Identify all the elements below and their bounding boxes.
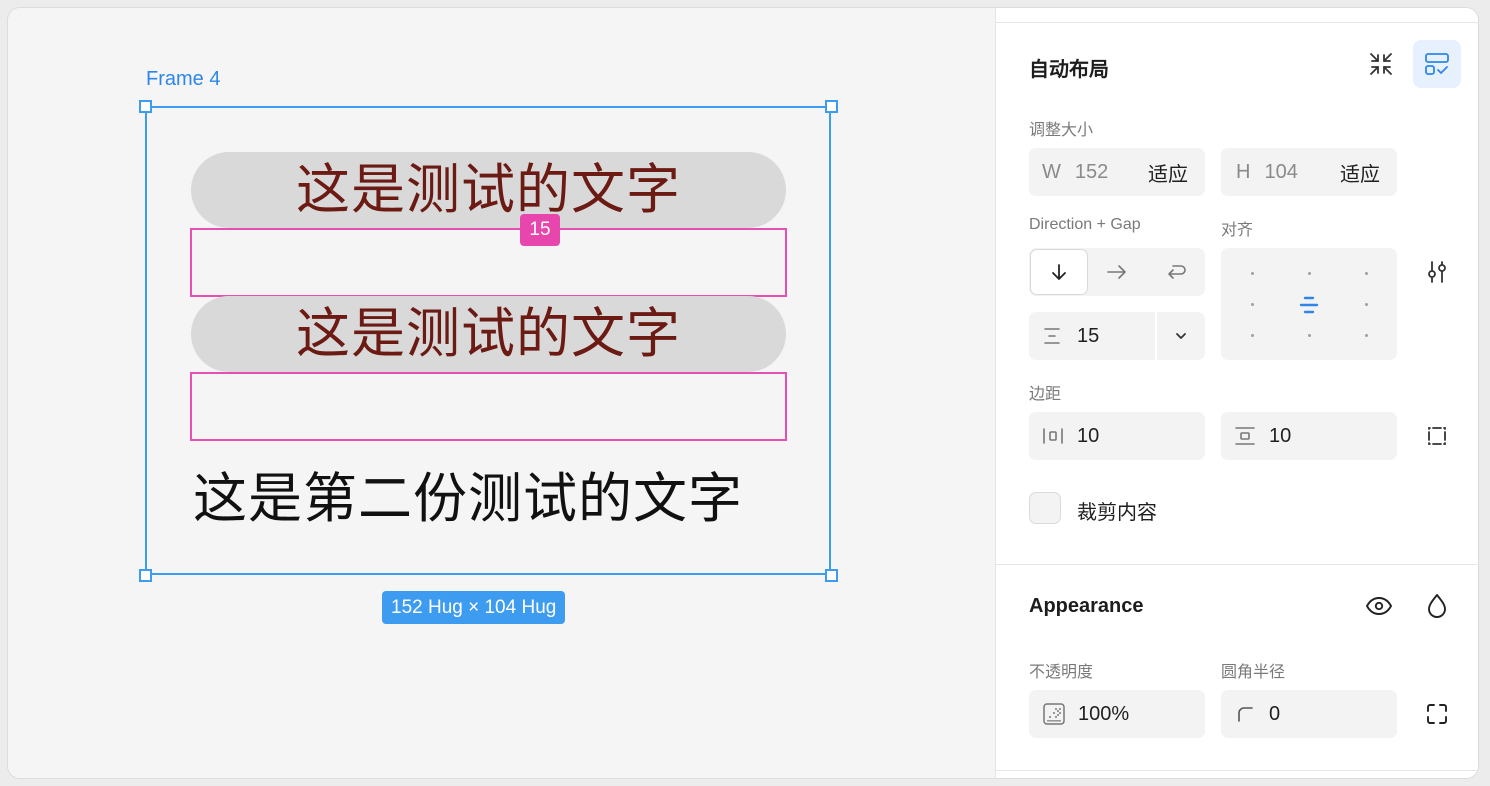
align-top-left[interactable]: [1251, 272, 1254, 275]
height-prefix: H: [1236, 160, 1251, 183]
width-mode-dropdown[interactable]: 适应: [1148, 158, 1188, 187]
height-field[interactable]: H 104 适应: [1221, 148, 1397, 196]
chevron-down-icon: [1176, 333, 1186, 339]
opacity-label: 不透明度: [1029, 664, 1094, 681]
clip-content-label[interactable]: 裁剪内容: [1077, 496, 1157, 525]
resize-label: 调整大小: [1029, 122, 1094, 139]
layout-settings-button[interactable]: [1413, 248, 1461, 296]
minimize-arrows-icon: [1370, 53, 1392, 75]
corners-icon: [1427, 704, 1447, 724]
resize-handle-top-right[interactable]: [825, 100, 838, 113]
width-field[interactable]: W 152 适应: [1029, 148, 1205, 196]
blend-mode-button[interactable]: [1413, 582, 1461, 630]
direction-segmented-control: [1029, 248, 1205, 296]
alignment-grid[interactable]: [1221, 248, 1397, 360]
vertical-padding-field[interactable]: 10: [1221, 412, 1397, 460]
auto-layout-toggle-button[interactable]: [1413, 40, 1461, 88]
resize-handle-bottom-right[interactable]: [825, 569, 838, 582]
align-top-center[interactable]: [1308, 272, 1311, 275]
gap-dropdown-button[interactable]: [1157, 312, 1205, 360]
clip-content-checkbox[interactable]: [1029, 492, 1061, 524]
individual-padding-button[interactable]: [1413, 412, 1461, 460]
sliders-icon: [1428, 261, 1446, 283]
align-bottom-right[interactable]: [1365, 334, 1368, 337]
gap-indicator-2: [190, 372, 787, 441]
horizontal-padding-field[interactable]: 10: [1029, 412, 1205, 460]
align-top-right[interactable]: [1365, 272, 1368, 275]
height-mode-dropdown[interactable]: 适应: [1340, 158, 1380, 187]
eye-icon: [1365, 597, 1393, 615]
opacity-icon: [1043, 703, 1065, 725]
design-canvas[interactable]: Frame 4 这是测试的文字 15 这是测试的文字 这是第二份测试的文字 15…: [8, 8, 995, 778]
text-layer-plain[interactable]: 这是第二份测试的文字: [193, 454, 743, 533]
text-pill-1[interactable]: 这是测试的文字: [191, 152, 786, 228]
gap-field[interactable]: 15: [1029, 312, 1205, 360]
align-bottom-center[interactable]: [1308, 334, 1311, 337]
vertical-padding-value[interactable]: 10: [1269, 425, 1291, 448]
panel-bottom-divider: [996, 770, 1478, 771]
auto-layout-title: 自动布局: [1029, 59, 1109, 81]
align-middle-left[interactable]: [1251, 303, 1254, 306]
vertical-gap-icon: [1044, 328, 1060, 344]
gap-value[interactable]: 15: [1077, 325, 1099, 348]
direction-gap-label: Direction + Gap: [1029, 216, 1141, 233]
corner-radius-field[interactable]: 0: [1221, 690, 1397, 738]
opacity-value[interactable]: 100%: [1078, 703, 1129, 726]
arrow-down-icon: [1052, 264, 1066, 280]
direction-horizontal-button[interactable]: [1088, 248, 1146, 296]
vertical-padding-icon: [1235, 427, 1255, 445]
frame-label[interactable]: Frame 4: [146, 68, 220, 91]
corner-radius-value[interactable]: 0: [1269, 703, 1280, 726]
gap-indicator-1: [190, 228, 787, 297]
height-value[interactable]: 104: [1264, 161, 1297, 184]
wrap-arrow-icon: [1168, 265, 1186, 279]
direction-vertical-button[interactable]: [1031, 250, 1087, 294]
direction-wrap-button[interactable]: [1147, 248, 1205, 296]
drop-icon: [1428, 594, 1446, 618]
opacity-field[interactable]: 100%: [1029, 690, 1205, 738]
horizontal-padding-icon: [1043, 428, 1063, 444]
align-bottom-left[interactable]: [1251, 334, 1254, 337]
gap-value-badge[interactable]: 15: [520, 214, 560, 246]
app-window: Frame 4 这是测试的文字 15 这是测试的文字 这是第二份测试的文字 15…: [8, 8, 1478, 778]
resize-handle-bottom-left[interactable]: [139, 569, 152, 582]
visibility-toggle-button[interactable]: [1355, 582, 1403, 630]
corner-radius-icon: [1238, 707, 1253, 722]
panel-divider: [996, 22, 1478, 23]
individual-corners-button[interactable]: [1413, 690, 1461, 738]
text-pill-2[interactable]: 这是测试的文字: [191, 296, 786, 372]
corner-radius-label: 圆角半径: [1221, 664, 1286, 681]
align-center-selected-icon[interactable]: [1299, 295, 1319, 315]
appearance-title: Appearance: [1029, 595, 1144, 617]
width-value[interactable]: 152: [1075, 161, 1108, 184]
arrow-right-icon: [1107, 265, 1126, 279]
align-label: 对齐: [1221, 222, 1254, 239]
properties-panel: 自动布局 调整大小 W 152 适应 H 104 适应 Direction + …: [995, 8, 1478, 778]
collapse-layout-button[interactable]: [1357, 40, 1405, 88]
resize-handle-top-left[interactable]: [139, 100, 152, 113]
width-prefix: W: [1042, 160, 1061, 183]
frame-size-badge: 152 Hug × 104 Hug: [382, 591, 566, 624]
align-middle-right[interactable]: [1365, 303, 1368, 306]
section-divider: [996, 564, 1478, 565]
padding-label: 边距: [1029, 386, 1062, 403]
padding-sides-icon: [1428, 427, 1446, 445]
horizontal-padding-value[interactable]: 10: [1077, 425, 1099, 448]
auto-layout-icon: [1425, 53, 1449, 75]
